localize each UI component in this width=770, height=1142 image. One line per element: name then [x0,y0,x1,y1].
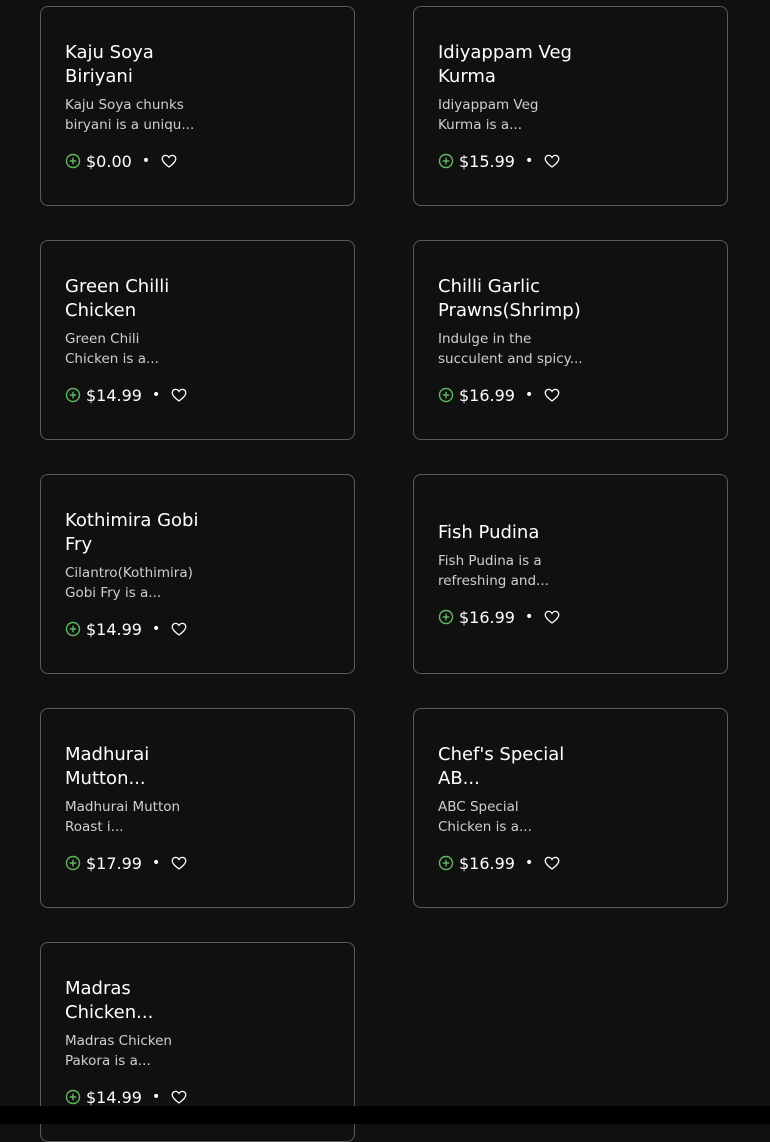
item-description: Indulge in the succulent and spicy... [438,331,583,367]
menu-item-card[interactable]: Kothimira Gobi Fry Cilantro(Kothimira) G… [40,474,355,674]
add-circle-icon[interactable] [65,153,81,169]
add-circle-icon[interactable] [65,855,81,871]
item-price: $16.99 [459,607,515,627]
menu-item-card[interactable]: Kaju Soya Biriyani Kaju Soya chunks biry… [40,6,355,206]
item-price: $17.99 [86,853,142,873]
item-price: $15.99 [459,151,515,171]
heart-icon[interactable] [170,1088,188,1106]
item-price: $0.00 [86,151,132,171]
heart-icon[interactable] [170,620,188,638]
separator-dot: • [524,609,534,625]
heart-icon[interactable] [160,152,178,170]
separator-dot: • [151,855,161,871]
item-price: $16.99 [459,385,515,405]
item-title: Madras Chicken... [65,978,154,1023]
item-description: Madras Chicken Pakora is a... [65,1033,172,1069]
item-description: Kaju Soya chunks biryani is a uniqu... [65,97,195,133]
add-circle-icon[interactable] [438,855,454,871]
item-title: Kothimira Gobi Fry [65,510,199,555]
item-description: Cilantro(Kothimira) Gobi Fry is a... [65,565,193,601]
add-circle-icon[interactable] [438,153,454,169]
item-description: Green Chili Chicken is a... [65,331,159,367]
menu-item-card[interactable]: Chilli Garlic Prawns(Shrimp) Indulge in … [413,240,728,440]
bottom-bar [0,1106,770,1124]
menu-item-card[interactable]: Madhurai Mutton... Madhurai Mutton Roast… [40,708,355,908]
menu-item-card[interactable]: Green Chilli Chicken Green Chili Chicken… [40,240,355,440]
item-price: $16.99 [459,853,515,873]
separator-dot: • [151,621,161,637]
separator-dot: • [524,387,534,403]
heart-icon[interactable] [170,386,188,404]
item-title: Idiyappam Veg Kurma [438,42,572,87]
heart-icon[interactable] [543,386,561,404]
item-price: $14.99 [86,619,142,639]
heart-icon[interactable] [543,152,561,170]
menu-item-card[interactable]: Chef's Special AB... ABC Special Chicken… [413,708,728,908]
item-description: ABC Special Chicken is a... [438,799,532,835]
item-title: Kaju Soya Biriyani [65,42,154,87]
menu-item-card[interactable]: Idiyappam Veg Kurma Idiyappam Veg Kurma … [413,6,728,206]
item-description: Madhurai Mutton Roast i... [65,799,181,835]
menu-grid: Kaju Soya Biriyani Kaju Soya chunks biry… [0,0,770,1142]
separator-dot: • [141,153,151,169]
item-description: Idiyappam Veg Kurma is a... [438,97,539,133]
item-title: Madhurai Mutton... [65,744,150,789]
separator-dot: • [151,1089,161,1105]
add-circle-icon[interactable] [438,387,454,403]
item-price: $14.99 [86,1087,142,1107]
heart-icon[interactable] [543,608,561,626]
add-circle-icon[interactable] [438,609,454,625]
separator-dot: • [524,855,534,871]
add-circle-icon[interactable] [65,1089,81,1105]
item-title: Chef's Special AB... [438,744,565,789]
separator-dot: • [151,387,161,403]
item-title: Chilli Garlic Prawns(Shrimp) [438,276,581,321]
menu-item-card[interactable]: Fish Pudina Fish Pudina is a refreshing … [413,474,728,674]
item-description: Fish Pudina is a refreshing and... [438,553,549,589]
item-title: Green Chilli Chicken [65,276,170,321]
add-circle-icon[interactable] [65,387,81,403]
heart-icon[interactable] [170,854,188,872]
item-title: Fish Pudina [438,522,540,543]
separator-dot: • [524,153,534,169]
heart-icon[interactable] [543,854,561,872]
item-price: $14.99 [86,385,142,405]
add-circle-icon[interactable] [65,621,81,637]
